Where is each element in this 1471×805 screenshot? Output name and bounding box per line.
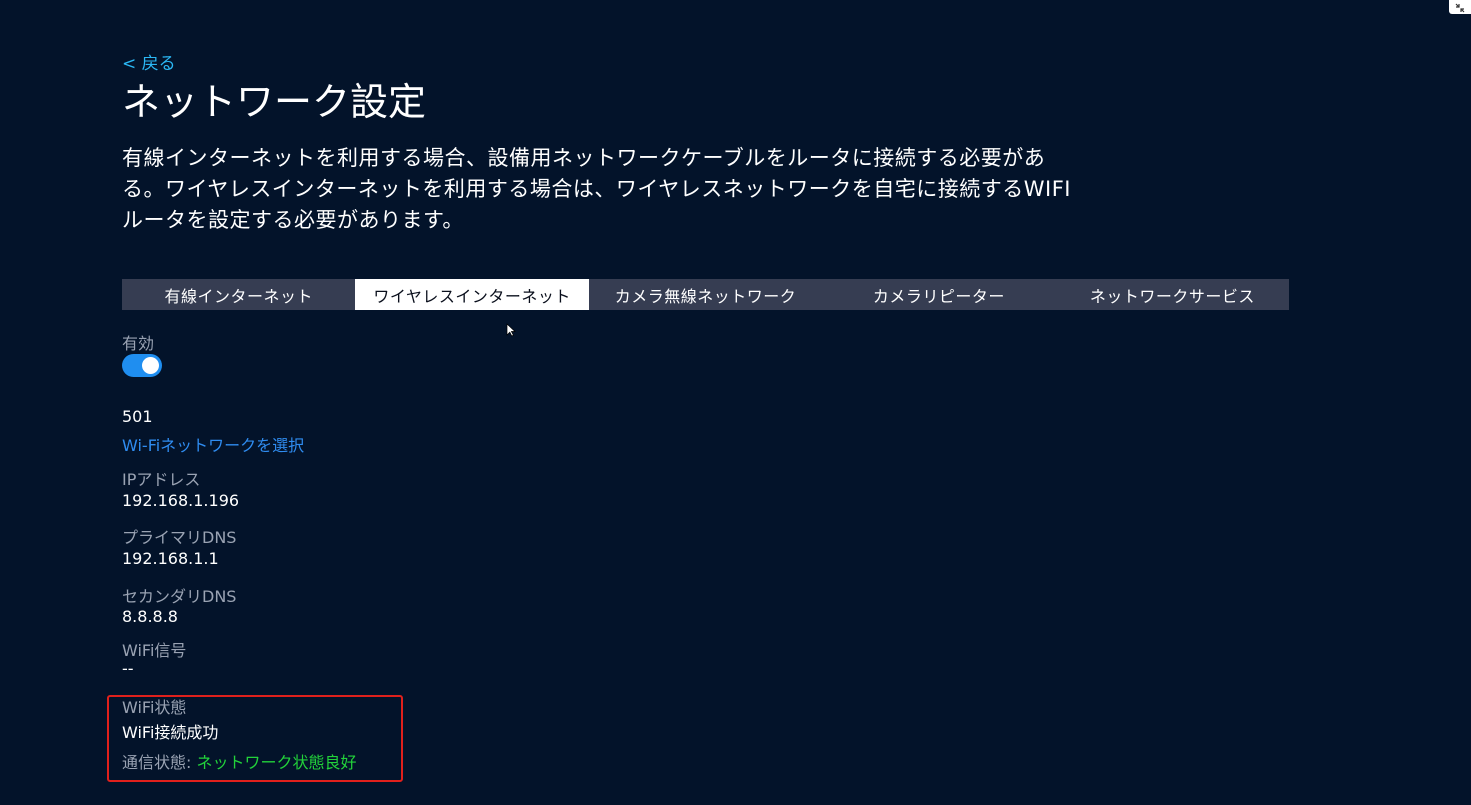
wifi-status-label: WiFi状態 — [122, 698, 187, 717]
enabled-label: 有効 — [122, 334, 155, 353]
tab-network-service[interactable]: ネットワークサービス — [1056, 279, 1289, 310]
ip-address-label: IPアドレス — [122, 470, 201, 489]
tab-camera-repeater[interactable]: カメラリピーター — [822, 279, 1055, 310]
communication-status: 通信状態: ネットワーク状態良好 — [122, 749, 357, 773]
tab-wired-internet[interactable]: 有線インターネット — [122, 279, 355, 310]
wireless-enabled-toggle[interactable] — [122, 354, 162, 377]
secondary-dns-label: セカンダリDNS — [122, 587, 237, 606]
communication-status-label: 通信状態: — [122, 753, 192, 772]
wifi-signal-value: -- — [122, 659, 134, 678]
tab-wireless-internet[interactable]: ワイヤレスインターネット — [355, 279, 589, 310]
wifi-status-value: WiFi接続成功 — [122, 723, 219, 742]
mouse-pointer-icon — [506, 323, 516, 337]
ip-address-value: 192.168.1.196 — [122, 491, 240, 510]
select-wifi-network-link[interactable]: Wi-Fiネットワークを選択 — [122, 432, 304, 456]
network-tab-bar: 有線インターネット ワイヤレスインターネット カメラ無線ネットワーク カメラリピ… — [122, 279, 1289, 310]
primary-dns-label: プライマリDNS — [122, 528, 237, 547]
communication-status-value: ネットワーク状態良好 — [196, 753, 357, 772]
wifi-signal-label: WiFi信号 — [122, 641, 187, 660]
toggle-knob — [142, 357, 159, 374]
primary-dns-value: 192.168.1.1 — [122, 549, 219, 568]
back-link[interactable]: < 戻る — [122, 49, 176, 74]
ssid-value: 501 — [122, 407, 153, 426]
page-description: 有線インターネットを利用する場合、設備用ネットワークケーブルをルータに接続する必… — [122, 146, 1071, 232]
tab-camera-wireless-network[interactable]: カメラ無線ネットワーク — [589, 279, 822, 310]
page-title: ネットワーク設定 — [122, 80, 427, 124]
fullscreen-exit-icon[interactable] — [1449, 0, 1471, 14]
secondary-dns-value: 8.8.8.8 — [122, 607, 178, 626]
